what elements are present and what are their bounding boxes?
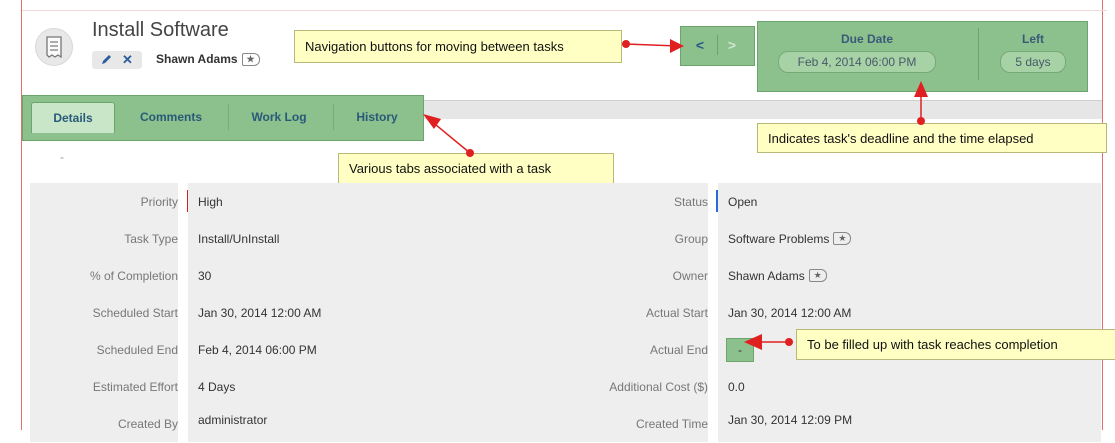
deadline-arrow-dot <box>917 117 925 125</box>
navigation-arrow-head <box>670 39 684 53</box>
deadline-arrow-head <box>914 81 928 97</box>
actual-end-arrow-head <box>744 334 762 350</box>
tabs-arrow-dot <box>466 149 474 157</box>
navigation-arrow-dot <box>622 40 630 48</box>
actual-end-arrow-dot <box>785 338 793 346</box>
annotation-arrows <box>423 39 928 350</box>
